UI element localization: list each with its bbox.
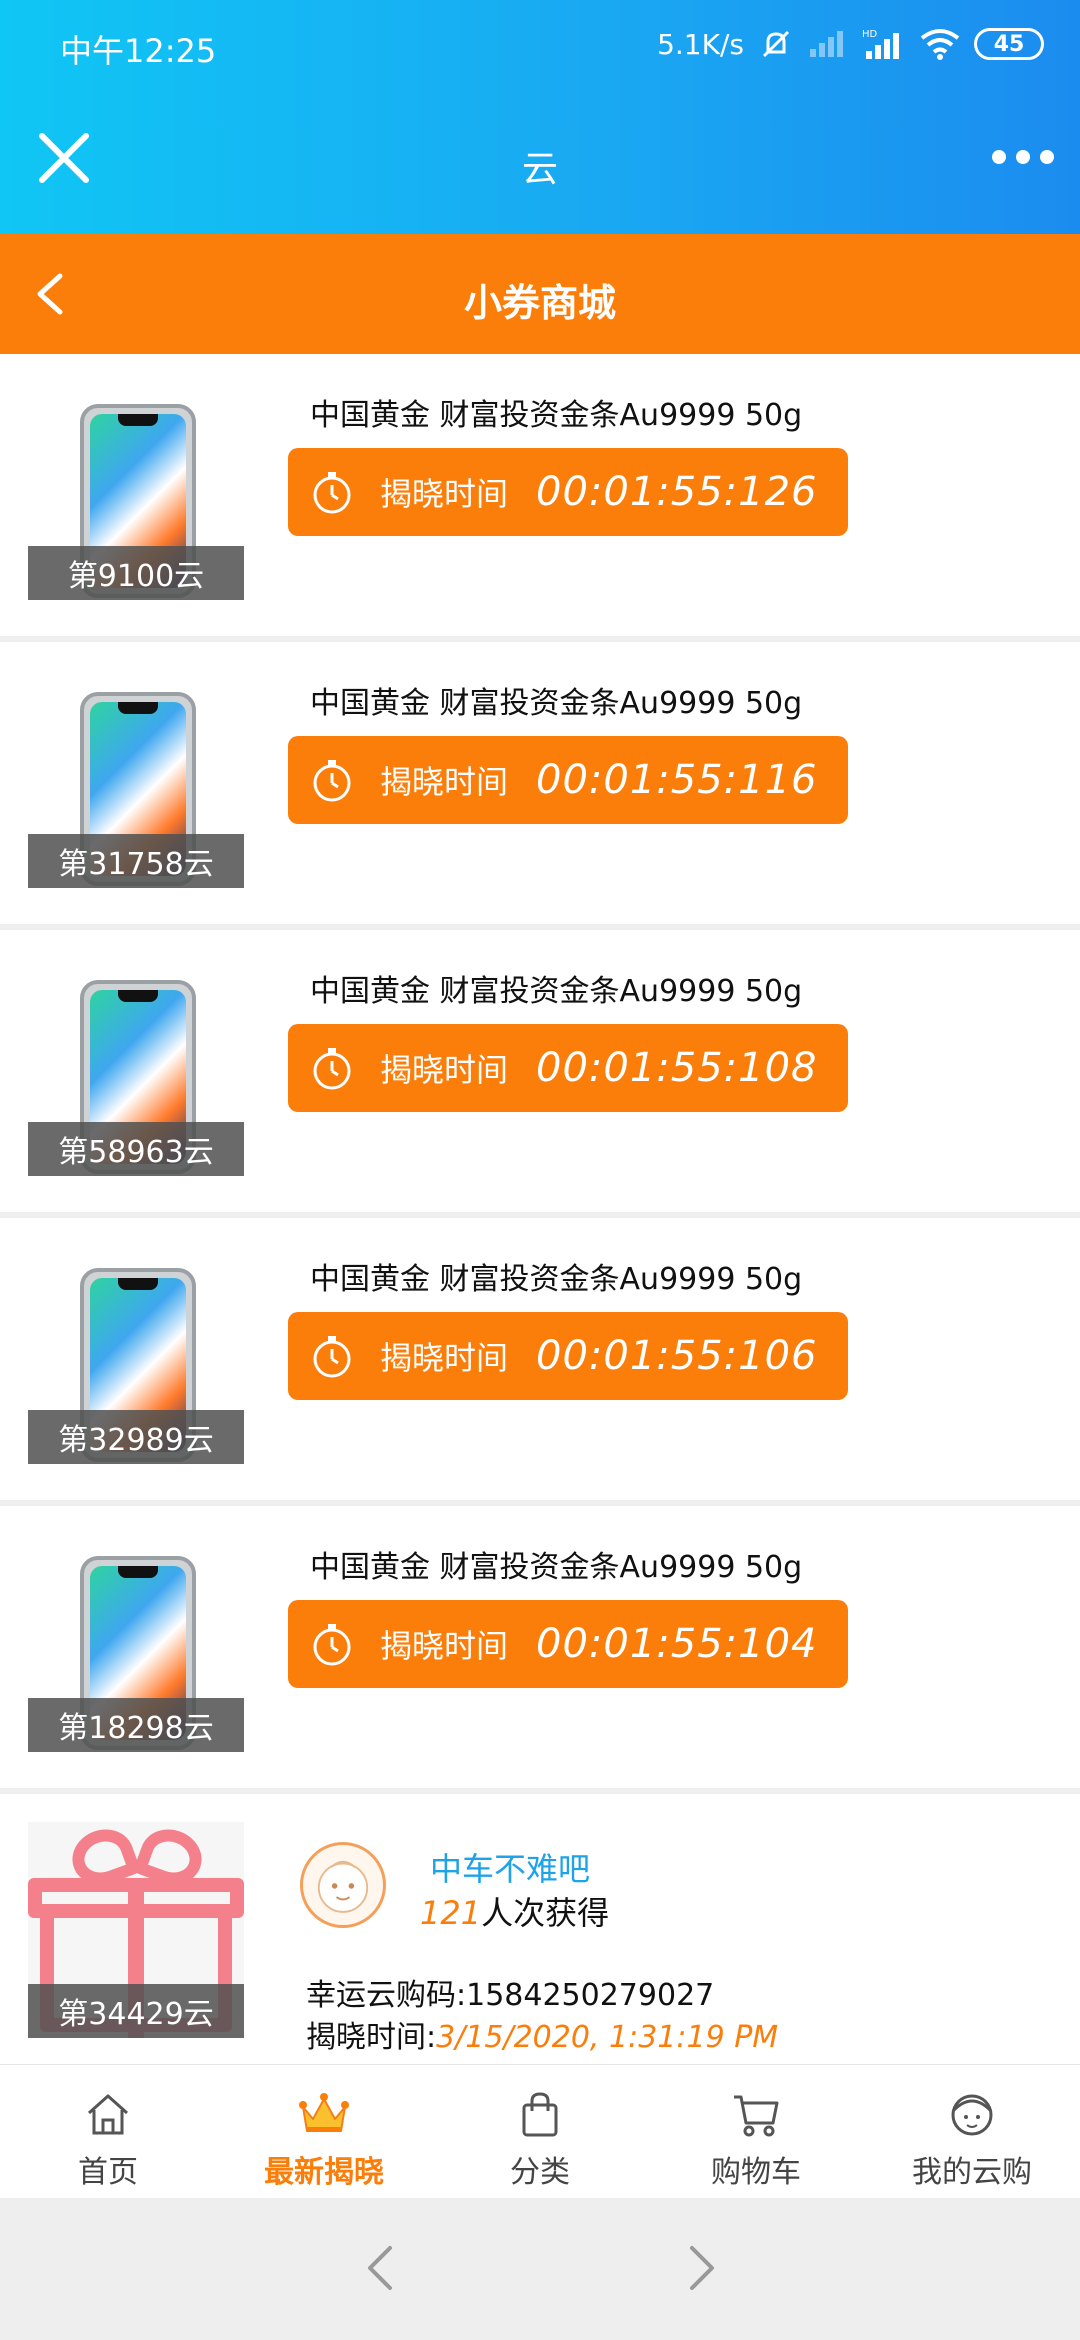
stopwatch-icon	[313, 760, 351, 802]
countdown-time: 00:01:55:104	[536, 1621, 818, 1667]
more-dot	[992, 150, 1006, 164]
countdown-label: 揭晓时间	[380, 1051, 509, 1089]
more-button[interactable]	[992, 150, 1054, 164]
revealed-item[interactable]: 第34429云 中车不难吧 121人次获得 幸运云购码:158425027902…	[0, 1794, 1080, 2064]
tab-label: 分类	[510, 2155, 570, 2190]
tab-cart[interactable]: 购物车	[648, 2065, 864, 2198]
countdown-time: 00:01:55:126	[536, 469, 818, 515]
product-title: 中国黄金 财富投资金条Au9999 50g	[310, 686, 803, 721]
countdown-label: 揭晓时间	[380, 1339, 509, 1377]
status-time: 中午12:25	[60, 32, 217, 70]
product-image: 第31758云	[28, 672, 244, 888]
product-title: 中国黄金 财富投资金条Au9999 50g	[310, 1550, 803, 1585]
participation-suffix: 人次获得	[481, 1894, 610, 1932]
status-bar: 中午12:25 5.1K/s HD 45	[0, 0, 1080, 96]
countdown-box: 揭晓时间 00:01:55:126	[288, 448, 848, 536]
lucky-code: 幸运云购码:1584250279027	[306, 1978, 715, 2013]
reveal-time-value: 3/15/2020, 1:31:19 PM	[436, 2020, 779, 2055]
list-item[interactable]: 第9100云 中国黄金 财富投资金条Au9999 50g 揭晓时间 00:01:…	[0, 354, 1080, 642]
list-item[interactable]: 第18298云 中国黄金 财富投资金条Au9999 50g 揭晓时间 00:01…	[0, 1506, 1080, 1794]
stopwatch-icon	[313, 472, 351, 514]
home-icon	[87, 2094, 129, 2135]
user-icon	[951, 2094, 993, 2136]
top-bar: 中午12:25 5.1K/s HD 45 云	[0, 0, 1080, 234]
more-dot	[1016, 150, 1030, 164]
product-title: 中国黄金 财富投资金条Au9999 50g	[310, 1262, 803, 1297]
nav-back-icon[interactable]	[356, 2238, 406, 2298]
crown-icon	[299, 2093, 349, 2132]
round-label: 第34429云	[28, 1984, 244, 2038]
tab-label: 首页	[78, 2155, 138, 2190]
round-label: 第18298云	[28, 1698, 244, 1752]
stopwatch-icon	[313, 1624, 351, 1666]
avatar[interactable]	[300, 1842, 386, 1928]
countdown-time: 00:01:55:108	[536, 1045, 818, 1091]
reveal-time-label: 揭晓时间:	[306, 2020, 437, 2055]
bottom-tab-bar: 首页 最新揭晓 分类 购物车 我的云购	[0, 2064, 1080, 2198]
round-label: 第58963云	[28, 1122, 244, 1176]
product-image: 第58963云	[28, 960, 244, 1176]
tab-label: 我的云购	[912, 2155, 1032, 2190]
round-label: 第9100云	[28, 546, 244, 600]
countdown-time: 00:01:55:116	[536, 757, 818, 803]
list-item[interactable]: 第31758云 中国黄金 财富投资金条Au9999 50g 揭晓时间 00:01…	[0, 642, 1080, 930]
more-dot	[1040, 150, 1054, 164]
round-label: 第32989云	[28, 1410, 244, 1464]
signal-empty-icon	[810, 31, 843, 57]
status-right: 5.1K/s HD 45	[657, 26, 1044, 62]
reveal-time: 揭晓时间:3/15/2020, 1:31:19 PM	[306, 2012, 778, 2056]
bag-icon	[522, 2092, 558, 2137]
product-title: 中国黄金 财富投资金条Au9999 50g	[310, 398, 803, 433]
tab-label: 最新揭晓	[264, 2155, 384, 2190]
header-title: 小券商城	[463, 281, 616, 325]
participation-count: 121	[420, 1894, 482, 1932]
countdown-box: 揭晓时间 00:01:55:106	[288, 1312, 848, 1400]
product-image: 第18298云	[28, 1536, 244, 1752]
network-speed: 5.1K/s	[657, 27, 744, 61]
battery-indicator: 45	[974, 28, 1044, 60]
tab-category[interactable]: 分类	[432, 2065, 648, 2198]
winner-count: 121人次获得	[420, 1888, 609, 1934]
countdown-label: 揭晓时间	[380, 1627, 509, 1665]
round-label: 第31758云	[28, 834, 244, 888]
countdown-box: 揭晓时间 00:01:55:116	[288, 736, 848, 824]
stopwatch-icon	[313, 1336, 351, 1378]
tab-home[interactable]: 首页	[0, 2065, 216, 2198]
product-image: 第9100云	[28, 384, 244, 600]
countdown-box: 揭晓时间 00:01:55:104	[288, 1600, 848, 1688]
reveal-list: 第9100云 中国黄金 财富投资金条Au9999 50g 揭晓时间 00:01:…	[0, 354, 1080, 2064]
gift-image: 第34429云	[28, 1822, 244, 2038]
list-item[interactable]: 第58963云 中国黄金 财富投资金条Au9999 50g 揭晓时间 00:01…	[0, 930, 1080, 1218]
nav-forward-icon[interactable]	[676, 2238, 726, 2298]
countdown-box: 揭晓时间 00:01:55:108	[288, 1024, 848, 1112]
section-header: 小券商城	[0, 234, 1080, 354]
tab-label: 购物车	[711, 2155, 801, 2190]
hd-text: HD	[862, 29, 878, 40]
tab-my-account[interactable]: 我的云购	[864, 2065, 1080, 2198]
stopwatch-icon	[313, 1048, 351, 1090]
page-title: 云	[521, 149, 558, 190]
cart-icon	[734, 2095, 779, 2137]
winner-name[interactable]: 中车不难吧	[430, 1844, 590, 1890]
wifi-icon	[920, 29, 960, 60]
tab-latest-reveal[interactable]: 最新揭晓	[216, 2065, 432, 2198]
countdown-time: 00:01:55:106	[536, 1333, 818, 1379]
list-item[interactable]: 第32989云 中国黄金 财富投资金条Au9999 50g 揭晓时间 00:01…	[0, 1218, 1080, 1506]
product-image: 第32989云	[28, 1248, 244, 1464]
mute-icon	[762, 30, 790, 58]
signal-icon: HD	[862, 29, 899, 59]
countdown-label: 揭晓时间	[380, 475, 509, 513]
countdown-label: 揭晓时间	[380, 763, 509, 801]
product-title: 中国黄金 财富投资金条Au9999 50g	[310, 974, 803, 1009]
title-bar: 云	[0, 96, 1080, 234]
system-nav-bar	[0, 2198, 1080, 2340]
